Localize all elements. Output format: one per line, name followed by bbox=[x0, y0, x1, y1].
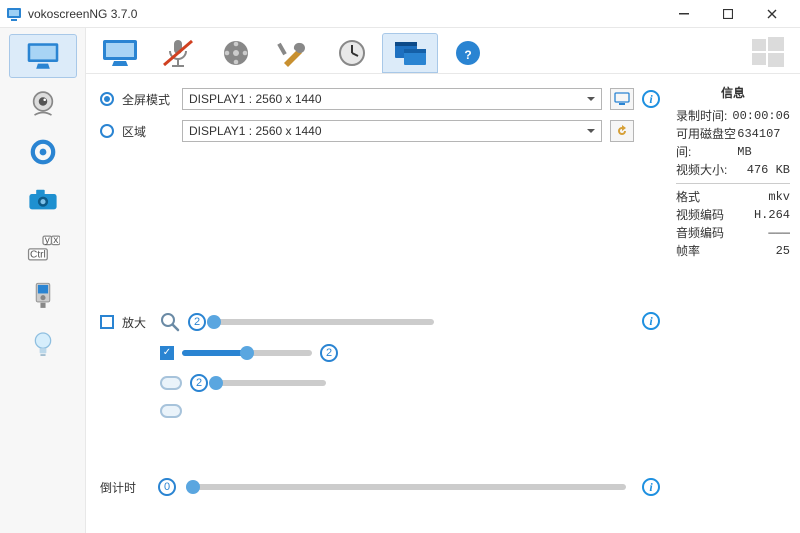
info-key: 视频编码 bbox=[676, 206, 724, 224]
tab-bar: ? bbox=[86, 28, 800, 74]
ring-icon bbox=[26, 137, 60, 167]
fullscreen-display-select[interactable]: DISPLAY1 : 2560 x 1440 bbox=[182, 88, 602, 110]
monitor-small-icon bbox=[614, 92, 630, 106]
monitor-icon bbox=[100, 37, 140, 69]
mic-muted-icon bbox=[158, 37, 198, 69]
tab-window[interactable] bbox=[382, 33, 438, 73]
sidebar-item-hint[interactable] bbox=[9, 322, 77, 366]
tab-screen[interactable] bbox=[92, 33, 148, 73]
zoom-label: 放大 bbox=[122, 314, 152, 331]
sidebar-item-screen[interactable] bbox=[9, 34, 77, 78]
region-display-value: DISPLAY1 : 2560 x 1440 bbox=[189, 124, 322, 138]
undo-icon bbox=[615, 124, 629, 138]
zoom-third-row: 2 bbox=[100, 374, 660, 392]
sidebar-item-camera[interactable] bbox=[9, 82, 77, 126]
clock-icon bbox=[332, 37, 372, 69]
region-label: 区域 bbox=[122, 123, 174, 140]
zoom-slider1-value: 2 bbox=[188, 313, 206, 331]
sidebar-item-timer[interactable] bbox=[9, 130, 77, 174]
window-controls bbox=[662, 0, 794, 28]
tab-codec[interactable] bbox=[208, 33, 264, 73]
bulb-icon bbox=[26, 329, 60, 359]
info-key: 录制时间: bbox=[676, 107, 727, 125]
info-value: 634107 MB bbox=[737, 125, 790, 161]
fullscreen-label: 全屏模式 bbox=[122, 91, 174, 108]
region-radio[interactable] bbox=[100, 124, 114, 138]
fullscreen-radio[interactable] bbox=[100, 92, 114, 106]
info-value: ——— bbox=[768, 224, 790, 242]
sidebar-item-player[interactable] bbox=[9, 274, 77, 318]
reel-icon bbox=[216, 37, 256, 69]
sidebar: Ctrl y x bbox=[0, 28, 86, 533]
keys-icon: Ctrl y x bbox=[26, 233, 60, 263]
zoom-slider2[interactable] bbox=[182, 350, 312, 356]
player-icon bbox=[26, 281, 60, 311]
info-value: 00:00:06 bbox=[732, 107, 790, 125]
zoom-main-row: 放大 2 bbox=[100, 312, 660, 332]
svg-text:Ctrl: Ctrl bbox=[29, 249, 45, 260]
identify-display-button[interactable] bbox=[610, 88, 634, 110]
fullscreen-display-value: DISPLAY1 : 2560 x 1440 bbox=[189, 92, 322, 106]
webcam-icon bbox=[26, 89, 60, 119]
info-value: mkv bbox=[768, 188, 790, 206]
window-title: vokoscreenNG 3.7.0 bbox=[28, 7, 662, 21]
svg-text:x: x bbox=[53, 235, 58, 246]
zoom-slider2-value: 2 bbox=[320, 344, 338, 362]
windows-icon bbox=[390, 37, 430, 69]
zoom-sub-row: 2 bbox=[100, 344, 660, 362]
settings-panel: 全屏模式 DISPLAY1 : 2560 x 1440 i 区域 DISPLAY… bbox=[86, 74, 670, 533]
reset-region-button[interactable] bbox=[610, 120, 634, 142]
info-icon[interactable]: i bbox=[642, 90, 660, 108]
svg-text:?: ? bbox=[464, 48, 471, 62]
info-value: 25 bbox=[776, 242, 790, 260]
info-icon[interactable]: i bbox=[642, 478, 660, 496]
info-key: 音频编码 bbox=[676, 224, 724, 242]
maximize-button[interactable] bbox=[706, 0, 750, 28]
zoom-slider1[interactable] bbox=[214, 319, 434, 325]
zoom-toggle[interactable] bbox=[160, 376, 182, 390]
monitor-icon bbox=[26, 41, 60, 71]
camera-icon bbox=[26, 185, 60, 215]
zoom-toggle-2[interactable] bbox=[160, 404, 182, 418]
zoom-fourth-row bbox=[100, 404, 660, 418]
tools-icon bbox=[274, 37, 314, 69]
info-key: 帧率 bbox=[676, 242, 700, 260]
zoom-slider3[interactable] bbox=[216, 380, 326, 386]
sidebar-item-snapshot[interactable] bbox=[9, 178, 77, 222]
countdown-row: 倒计时 0 i bbox=[100, 478, 660, 496]
info-value: H.264 bbox=[754, 206, 790, 224]
zoom-group: i 放大 2 bbox=[100, 312, 660, 418]
countdown-value: 0 bbox=[158, 478, 176, 496]
close-button[interactable] bbox=[750, 0, 794, 28]
tab-tools[interactable] bbox=[266, 33, 322, 73]
info-key: 视频大小: bbox=[676, 161, 727, 179]
zoom-enable-checkbox[interactable] bbox=[100, 315, 114, 329]
info-panel: 信息 录制时间: 00:00:06 可用磁盘空间:634107 MB 视频大小: 4… bbox=[670, 74, 800, 533]
info-icon[interactable]: i bbox=[642, 312, 660, 330]
app-icon bbox=[6, 6, 22, 22]
title-bar: vokoscreenNG 3.7.0 bbox=[0, 0, 800, 28]
tab-help[interactable]: ? bbox=[440, 33, 496, 73]
zoom-slider3-value: 2 bbox=[190, 374, 208, 392]
magnify-icon bbox=[160, 312, 180, 332]
region-display-select[interactable]: DISPLAY1 : 2560 x 1440 bbox=[182, 120, 602, 142]
countdown-slider[interactable] bbox=[186, 484, 626, 490]
minimize-button[interactable] bbox=[662, 0, 706, 28]
fullscreen-row: 全屏模式 DISPLAY1 : 2560 x 1440 i bbox=[100, 88, 660, 110]
info-value: 476 KB bbox=[747, 161, 790, 179]
info-title: 信息 bbox=[676, 84, 790, 101]
info-key: 可用磁盘空间: bbox=[676, 125, 737, 161]
countdown-label: 倒计时 bbox=[100, 479, 148, 496]
help-icon: ? bbox=[448, 37, 488, 69]
tab-audio[interactable] bbox=[150, 33, 206, 73]
sidebar-item-hotkeys[interactable]: Ctrl y x bbox=[9, 226, 77, 270]
windows-logo-icon bbox=[750, 35, 786, 71]
tab-schedule[interactable] bbox=[324, 33, 380, 73]
region-row: 区域 DISPLAY1 : 2560 x 1440 bbox=[100, 120, 660, 142]
info-key: 格式 bbox=[676, 188, 700, 206]
zoom-sub-checkbox[interactable] bbox=[160, 346, 174, 360]
